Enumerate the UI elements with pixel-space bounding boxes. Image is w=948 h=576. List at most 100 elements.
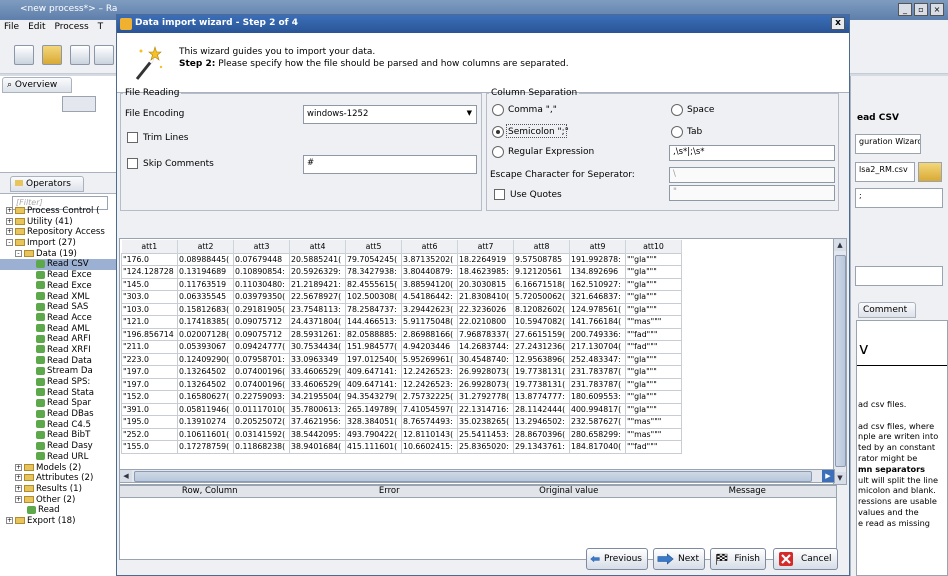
table-cell[interactable]: ""gla""" [625, 352, 682, 366]
table-cell[interactable]: 231.783787( [569, 377, 626, 391]
table-cell[interactable]: 0.07679448 [233, 252, 290, 266]
table-cell[interactable]: "252.0 [121, 427, 178, 441]
table-cell[interactable]: 0.10890854: [233, 265, 290, 279]
menu-file[interactable]: File [4, 22, 19, 32]
table-cell[interactable]: 3.87135202( [401, 252, 458, 266]
table-cell[interactable]: 0.17278759( [177, 440, 234, 454]
next-button[interactable]: Next [653, 548, 705, 570]
table-cell[interactable]: 12.2426523: [401, 377, 458, 391]
column-header[interactable]: att10 [625, 240, 682, 253]
tree-item[interactable]: Read Exce [0, 281, 118, 292]
tree-item[interactable]: Stream Da [0, 366, 118, 377]
tree-item[interactable]: Read BibT [0, 430, 118, 441]
table-cell[interactable]: 35.0238265( [457, 415, 514, 429]
menu-edit[interactable]: Edit [28, 22, 45, 32]
table-cell[interactable]: 5.72050062( [513, 290, 570, 304]
expand-icon[interactable]: + [6, 217, 13, 225]
table-cell[interactable]: ""gla""" [625, 277, 682, 291]
table-cell[interactable]: 30.7534434( [289, 340, 346, 354]
tree-item[interactable]: Read Exce [0, 270, 118, 281]
tree-item[interactable]: + Utility (41) [0, 217, 118, 228]
table-cell[interactable]: 78.3427938: [345, 265, 402, 279]
table-row[interactable]: "195.0 0.13910274 0.20525072(37.4621956: 32… [121, 415, 682, 429]
table-cell[interactable]: 134.892696 [569, 265, 626, 279]
expand-icon[interactable]: + [15, 463, 22, 471]
table-cell[interactable]: 3.29442623( [401, 302, 458, 316]
column-header[interactable]: att9 [569, 240, 626, 253]
table-cell[interactable]: 5.91175048( [401, 315, 458, 329]
table-cell[interactable]: 35.7800613: [289, 402, 346, 416]
table-cell[interactable]: ""gla""" [625, 390, 682, 404]
table-cell[interactable]: 9.57508785 [513, 252, 570, 266]
tree-item[interactable]: Read SAS [0, 302, 118, 313]
table-cell[interactable]: 13.8774777: [513, 390, 570, 404]
table-cell[interactable]: 14.2683744: [457, 340, 514, 354]
tree-item[interactable]: Read [0, 505, 118, 516]
table-cell[interactable]: 0.07400196( [233, 365, 290, 379]
table-cell[interactable]: ""gla""" [625, 252, 682, 266]
collapse-icon[interactable]: - [6, 239, 13, 247]
table-row[interactable]: "211.0 0.05393067 0.09424777(30.7534434(15… [121, 340, 682, 354]
preview-vertical-scrollbar[interactable]: ▲ ▼ [833, 238, 847, 485]
table-cell[interactable]: 0.29181905( [233, 302, 290, 316]
table-cell[interactable]: 197.012540( [345, 352, 402, 366]
table-cell[interactable]: 19.7738131( [513, 377, 570, 391]
table-cell[interactable]: 0.22759093: [233, 390, 290, 404]
table-cell[interactable]: 38.9401684( [289, 440, 346, 454]
table-cell[interactable]: 82.4555615( [345, 277, 402, 291]
table-cell[interactable]: 0.15812683( [177, 302, 234, 316]
table-cell[interactable]: 33.4606529( [289, 365, 346, 379]
table-cell[interactable]: "195.0 [121, 415, 178, 429]
scroll-left-icon[interactable]: ◀ [120, 470, 132, 482]
tab-overview[interactable]: ⌕ Overview [2, 77, 72, 93]
table-cell[interactable]: 124.978561( [569, 302, 626, 316]
table-row[interactable]: "103.0 0.15812683(0.29181905(23.7548113: 7… [121, 302, 682, 316]
table-cell[interactable]: 0.07958701: [233, 352, 290, 366]
table-cell[interactable]: 0.13264502 [177, 365, 234, 379]
table-cell[interactable]: 21.8308410( [457, 290, 514, 304]
escape-character-input[interactable]: \ [669, 167, 835, 183]
horizontal-scroll-thumb[interactable] [134, 471, 812, 482]
table-cell[interactable]: 2.86988166( [401, 327, 458, 341]
cancel-button[interactable]: Cancel [773, 548, 838, 570]
table-cell[interactable]: 28.8670396( [513, 427, 570, 441]
table-cell[interactable]: 0.12409290( [177, 352, 234, 366]
table-cell[interactable]: 24.4371804( [289, 315, 346, 329]
table-cell[interactable]: "197.0 [121, 365, 178, 379]
table-cell[interactable]: 27.2431236( [513, 340, 570, 354]
table-row[interactable]: "303.0 0.06335545 0.03979350(22.5678927(10… [121, 290, 682, 304]
table-cell[interactable]: 94.3543279( [345, 390, 402, 404]
table-cell[interactable]: 321.646837: [569, 290, 626, 304]
table-cell[interactable]: 79.7054245( [345, 252, 402, 266]
table-cell[interactable]: 0.06335545 [177, 290, 234, 304]
table-cell[interactable]: 20.5885241( [289, 252, 346, 266]
table-cell[interactable]: 23.7548113: [289, 302, 346, 316]
table-cell[interactable]: 28.1142444( [513, 402, 570, 416]
table-cell[interactable]: 20.5926329: [289, 265, 346, 279]
table-cell[interactable]: 18.4623985: [457, 265, 514, 279]
scroll-down-icon[interactable]: ▼ [834, 472, 846, 484]
table-cell[interactable]: 2.75732225( [401, 390, 458, 404]
tab-operators[interactable]: Operators [10, 176, 84, 192]
table-cell[interactable]: 20.3030815 [457, 277, 514, 291]
table-cell[interactable]: 151.984577( [345, 340, 402, 354]
comment-character-input[interactable]: # [303, 155, 477, 174]
table-cell[interactable]: ""fad""" [625, 327, 682, 341]
table-cell[interactable]: "121.0 [121, 315, 178, 329]
semicolon-radio[interactable] [492, 126, 504, 138]
tree-item[interactable]: Read C4.5 [0, 420, 118, 431]
tree-item[interactable]: + Results (1) [0, 484, 118, 495]
table-cell[interactable]: "176.0 [121, 252, 178, 266]
space-radio[interactable] [671, 104, 683, 116]
table-cell[interactable]: 0.13910274 [177, 415, 234, 429]
table-cell[interactable]: 7.41054597( [401, 402, 458, 416]
tree-item[interactable]: Read CSV [0, 259, 118, 271]
column-header[interactable]: att1 [121, 240, 178, 253]
table-cell[interactable]: "211.0 [121, 340, 178, 354]
table-cell[interactable]: 10.6602415: [401, 440, 458, 454]
table-cell[interactable]: ""fad""" [625, 440, 682, 454]
error-col-original-value[interactable]: Original value [479, 486, 659, 497]
table-row[interactable]: "223.0 0.12409290(0.07958701: 33.0963349 19… [121, 352, 682, 366]
error-col-error[interactable]: Error [300, 486, 480, 497]
table-cell[interactable]: 0.13194689 [177, 265, 234, 279]
